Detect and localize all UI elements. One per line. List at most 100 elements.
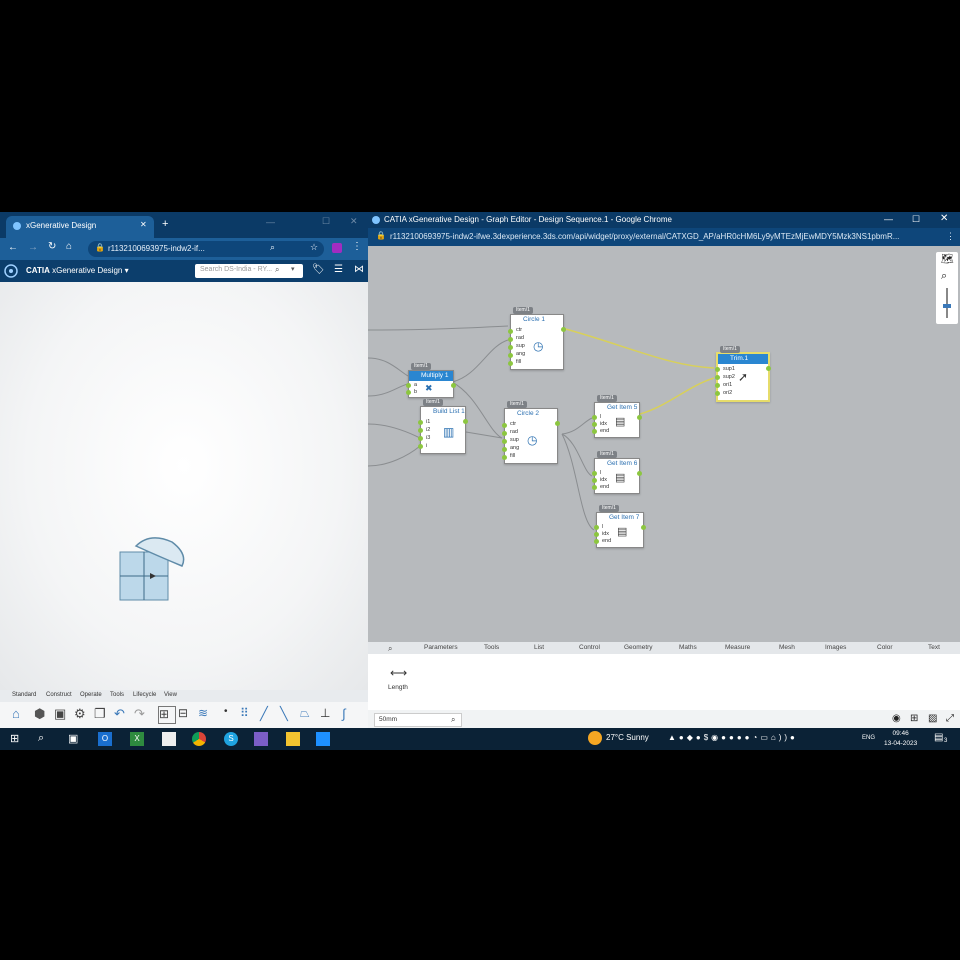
node-circle-2[interactable]: Item/1 Circle 2 ctr rad sup ang fill ◷ [502,401,560,464]
grid-points-icon[interactable]: ⠿ [240,706,256,722]
tab-close-icon[interactable]: ✕ [140,220,147,229]
tab-text[interactable]: Text [928,644,940,651]
star-icon[interactable]: ☆ [310,242,318,253]
excel-icon[interactable]: X [130,732,144,746]
url-field[interactable]: 🔒 r1132100693975-indw2-if... ⌕ ☆ [88,241,324,257]
compass-icon[interactable] [4,264,18,278]
port-dot[interactable] [594,525,599,530]
system-tray-icons[interactable]: ▲●◆●$◉●●●●◔▭⌂))● [668,733,798,742]
file-icon[interactable] [162,732,176,746]
maximize-icon[interactable]: ☐ [912,214,920,225]
notification-icon[interactable]: ▤ [934,732,943,743]
image-icon[interactable]: ▨ [928,713,937,724]
app-title-menu[interactable]: CATIA xGenerative Design ▾ [26,266,129,275]
list-icon[interactable]: ☰ [334,264,343,275]
port-dot[interactable] [592,471,597,476]
tab-standard[interactable]: Standard [12,692,36,698]
zoom-icon[interactable]: ⌕ [270,242,275,253]
sequence-icon[interactable]: ⊟ [178,706,194,722]
port-dot[interactable] [594,539,599,544]
maximize-icon[interactable]: ☐ [322,216,330,227]
line-icon[interactable]: ╱ [260,706,276,722]
tab-geometry[interactable]: Geometry [624,644,653,651]
3d-viewport[interactable] [0,282,368,690]
port-dot[interactable] [715,391,720,396]
redo-icon[interactable]: ↷ [134,706,150,722]
port-dot[interactable] [508,345,513,350]
point-icon[interactable]: • [224,706,240,722]
port-dot[interactable] [418,436,423,441]
tab-view[interactable]: View [164,692,177,698]
node-multiply-1[interactable]: Item/1 Multiply 1 a b ✖ [406,363,456,398]
file-explorer-icon[interactable] [286,732,300,746]
search-tab-icon[interactable]: ⌕ [388,644,392,654]
output-port[interactable] [637,415,642,420]
port-dot[interactable] [592,429,597,434]
copy-icon[interactable]: ❐ [94,706,110,722]
zoom-search-icon[interactable]: ⌕ [941,270,947,283]
axis-icon[interactable]: ⊥ [320,706,336,722]
menu-dots-icon[interactable]: ⋮ [946,231,955,242]
home-icon[interactable]: ⌂ [66,241,72,252]
settings-icon[interactable]: ⚙ [74,706,90,722]
save-icon[interactable]: ▣ [54,706,70,722]
tab-images[interactable]: Images [825,644,846,651]
tab-maths[interactable]: Maths [679,644,697,651]
tab-lifecycle[interactable]: Lifecycle [133,692,156,698]
port-dot[interactable] [502,447,507,452]
output-port[interactable] [463,419,468,424]
node-get-item-6[interactable]: Item/1 Get Item 6 l idx end ▤ [592,451,642,494]
record-icon[interactable]: ◉ [892,713,901,724]
plane-icon[interactable]: ⏢ [300,706,316,722]
tab-measure[interactable]: Measure [725,644,750,651]
back-arrow-icon[interactable]: ← [8,242,18,253]
graph-editor-icon[interactable]: ⊞ [158,706,176,724]
output-port[interactable] [561,327,566,332]
node-build-list-1[interactable]: Item/1 Build List 1 i1 i2 i3 i ▥ [418,399,468,454]
port-dot[interactable] [508,353,513,358]
chrome-icon[interactable] [192,732,206,746]
port-dot[interactable] [508,361,513,366]
node-circle-1[interactable]: Item/1 Circle 1 ctr rad sup ang fill ◷ [508,307,566,370]
port-dot[interactable] [502,431,507,436]
capture-icon[interactable]: ⊞ [910,713,918,724]
port-dot[interactable] [715,383,720,388]
port-dot[interactable] [592,422,597,427]
right-address-bar[interactable]: 🔒 r1132100693975-indw2-ifwe.3dexperience… [368,228,960,246]
port-dot[interactable] [406,390,411,395]
language-indicator[interactable]: ENG [862,735,875,741]
port-dot[interactable] [592,415,597,420]
port-dot[interactable] [418,420,423,425]
reload-icon[interactable]: ↻ [48,241,56,252]
zoom-slider-handle[interactable] [943,304,951,308]
forward-arrow-icon[interactable]: → [28,242,38,253]
signal-icon[interactable]: ≋ [198,706,214,722]
port-dot[interactable] [508,329,513,334]
port-dot[interactable] [418,444,423,449]
clock[interactable]: 09:46 13-04-2023 [884,729,917,749]
zoom-slider[interactable] [946,288,948,318]
expand-icon[interactable]: ⤢ [946,713,954,724]
profile-avatar[interactable] [332,243,342,253]
menu-dots-icon[interactable]: ⋮ [352,241,362,252]
share-icon[interactable]: ⋈ [354,264,364,275]
skype-icon[interactable]: S [224,732,238,746]
port-dot[interactable] [592,478,597,483]
port-dot[interactable] [508,337,513,342]
minimize-icon[interactable]: — [266,217,275,227]
port-dot[interactable] [406,383,411,388]
tab-mesh[interactable]: Mesh [779,644,795,651]
value-search-input[interactable]: 50mm ⌕ [374,713,462,727]
tab-list[interactable]: List [534,644,544,651]
search-icon[interactable]: ⌕ [38,732,52,746]
teams-icon[interactable] [254,732,268,746]
node-get-item-7[interactable]: Item/1 Get Item 7 l idx end ▤ [594,505,646,548]
output-port[interactable] [766,366,771,371]
task-view-icon[interactable]: ▣ [68,732,82,746]
node-trim-1[interactable]: Item/1 Trim.1 sup1 sup2 ori1 ori2 ➚ [715,346,771,402]
minimize-icon[interactable]: — [884,214,893,224]
home-view-icon[interactable]: ⌂ [12,706,28,722]
search-input[interactable]: Search DS-India - RY... ⌕ ▾ [195,264,303,278]
undo-icon[interactable]: ↶ [114,706,130,722]
output-port[interactable] [641,525,646,530]
